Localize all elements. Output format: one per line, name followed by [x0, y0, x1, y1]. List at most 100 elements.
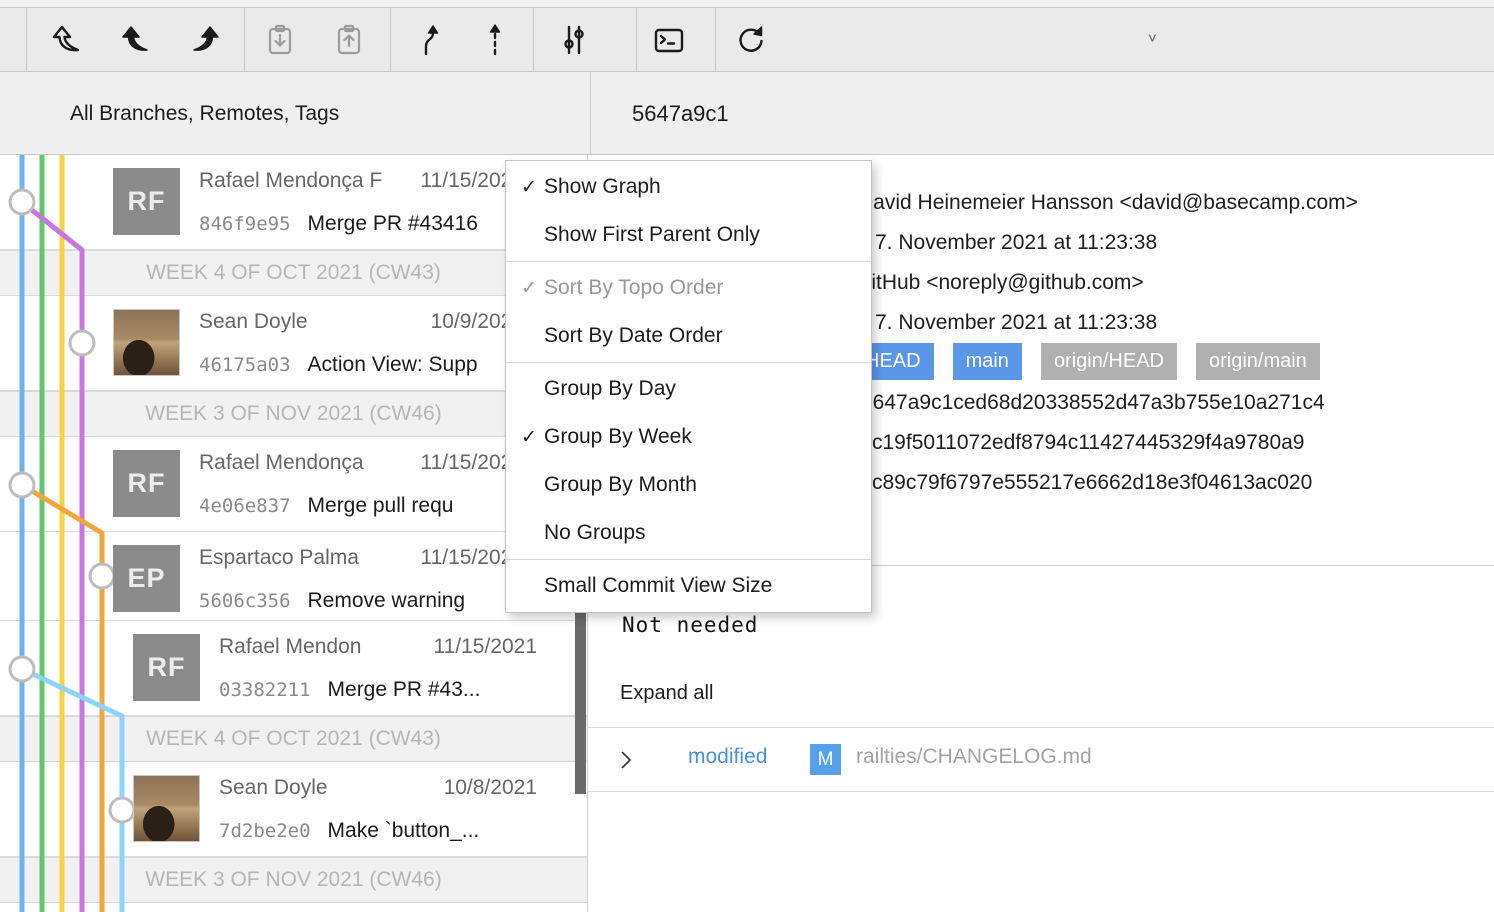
week-group-header: WEEK 4 OF OCT 2021 (CW43) — [0, 716, 587, 762]
commit-author-name: Rafael Mendonça F — [199, 169, 382, 193]
branch-bar: All Branches, Remotes, Tags ˅ 5647a9c1 — [0, 72, 1494, 155]
merge-icon[interactable] — [409, 18, 453, 62]
menu-separator — [506, 261, 871, 262]
menu-item-label: Group By Month — [544, 473, 697, 496]
avatar-initials: RF — [113, 450, 180, 517]
commit-row-line2: 03382211 Merge PR #43... — [219, 678, 480, 702]
arrow-undo-outline-icon[interactable] — [45, 18, 89, 62]
commit-message-summary: Merge PR #43416 — [308, 212, 478, 235]
file-row[interactable]: modified M railties/CHANGELOG.md — [588, 727, 1494, 792]
menu-item-label: Small Commit View Size — [544, 574, 772, 597]
commit-message-summary: Make `button_... — [328, 819, 480, 842]
commit-date: 11/15/2021 — [433, 635, 537, 659]
view-options-menu: ✓Show GraphShow First Parent Only✓Sort B… — [505, 160, 872, 613]
file-path: railties/CHANGELOG.md — [856, 745, 1092, 769]
menu-item-sort-by-topo-order[interactable]: ✓Sort By Topo Order — [506, 264, 871, 312]
stash-pop-icon[interactable] — [258, 18, 302, 62]
expand-all-link[interactable]: Expand all — [620, 682, 713, 705]
commit-list: RF Rafael Mendonça F 11/15/2021 846f9e95 Mer… — [0, 155, 587, 912]
main-toolbar: ˅ — [0, 8, 1494, 72]
tree-hash: c89c79f6797e555217e6662d18e3f04613ac020 — [872, 471, 1312, 495]
commit-message-summary: Action View: Supp — [308, 353, 478, 376]
commit-row[interactable]: RFRafael Mendon11/15/202103382211Merge P… — [0, 621, 587, 716]
commit-short-hash: 5606c356 — [199, 590, 291, 612]
chevron-down-icon: ˅ — [1148, 30, 1157, 47]
commit-short-hash: 03382211 — [219, 679, 311, 701]
checkmark-icon: ✓ — [517, 264, 541, 312]
commit-row-line2: 7d2be2e0 Make `button_... — [219, 819, 479, 843]
menu-item-label: Group By Week — [544, 425, 692, 448]
file-status: modified — [688, 745, 767, 769]
refs-row: HEADmainorigin/HEADorigin/main — [852, 343, 1320, 380]
menu-item-show-graph[interactable]: ✓Show Graph — [506, 163, 871, 211]
terminal-icon[interactable] — [647, 18, 691, 62]
menu-item-label: Show First Parent Only — [544, 223, 760, 246]
week-group-label: WEEK 3 OF NOV 2021 (CW46) — [145, 868, 441, 891]
commit-row[interactable]: Sean Doyle10/9/202146175a03Action View: … — [0, 296, 587, 391]
commit-date: 10/8/2021 — [444, 776, 537, 800]
menu-item-label: Group By Day — [544, 377, 676, 400]
menu-item-label: Sort By Topo Order — [544, 276, 723, 299]
refresh-icon[interactable] — [729, 18, 773, 62]
arrow-undo-icon[interactable] — [114, 18, 158, 62]
avatar-initials: EP — [113, 545, 180, 612]
panel-divider — [590, 72, 591, 154]
commit-author-name: Sean Doyle — [219, 776, 328, 800]
window-top-strip — [0, 0, 1494, 8]
ref-badge-origin-head: origin/HEAD — [1041, 343, 1177, 380]
menu-item-show-first-parent-only[interactable]: Show First Parent Only — [506, 211, 871, 259]
menu-item-group-by-day[interactable]: Group By Day — [506, 365, 871, 413]
branch-filter-label[interactable]: All Branches, Remotes, Tags — [70, 72, 339, 155]
menu-item-label: Sort By Date Order — [544, 324, 723, 347]
commit-row[interactable]: Sean Doyle 10/8/2021 7d2be2e0 Make `button_… — [0, 762, 587, 857]
ref-badge-main: main — [953, 343, 1022, 380]
commit-row-line2: 4e06e837 Merge pull requ — [199, 494, 453, 518]
filter-sliders-icon[interactable]: ˅ — [552, 18, 596, 62]
commit-row-line2: 46175a03 Action View: Supp — [199, 353, 478, 377]
commit-author-name: Sean Doyle — [199, 310, 308, 334]
menu-item-group-by-month[interactable]: Group By Month — [506, 461, 871, 509]
menu-item-sort-by-date-order[interactable]: Sort By Date Order — [506, 312, 871, 360]
commit-hash-full: 5647a9c1ced68d20338552d47a3b755e10a271c4 — [861, 391, 1325, 415]
menu-item-label: No Groups — [544, 521, 646, 544]
commit-message-summary: Merge pull requ — [308, 494, 454, 517]
commit-author-date: 7. November 2021 at 11:23:38 — [875, 231, 1157, 255]
week-group-label: WEEK 3 OF NOV 2021 (CW46) — [145, 402, 441, 425]
expand-chevron-icon[interactable] — [620, 750, 632, 775]
commit-short-hash: 46175a03 — [199, 354, 291, 376]
commit-short-hash: 7d2be2e0 — [219, 820, 311, 842]
week-group-header: WEEK 4 OF OCT 2021 (CW43) — [0, 250, 587, 296]
menu-separator — [506, 559, 871, 560]
parent-hash: c19f5011072edf8794c11427445329f4a9780a9 — [872, 431, 1304, 455]
checkmark-icon: ✓ — [517, 413, 541, 461]
stash-icon[interactable] — [327, 18, 371, 62]
commit-row-line2: 5606c356Remove warning — [199, 589, 465, 613]
menu-item-group-by-week[interactable]: ✓Group By Week — [506, 413, 871, 461]
rebase-icon[interactable] — [473, 18, 517, 62]
week-group-label: WEEK 4 OF OCT 2021 (CW43) — [146, 727, 441, 750]
commit-row[interactable]: RFRafael Mendonça11/15/20214e06e837Merge… — [0, 437, 587, 532]
toolbar-separator — [26, 8, 27, 71]
toolbar-separator — [533, 8, 534, 71]
commit-author: David Heinemeier Hansson <david@basecamp… — [858, 191, 1358, 215]
selected-commit-ref: 5647a9c1 — [632, 72, 729, 155]
arrow-redo-icon[interactable] — [183, 18, 227, 62]
commit-short-hash: 846f9e95 — [199, 213, 291, 235]
commit-commit-date: 7. November 2021 at 11:23:38 — [875, 311, 1157, 335]
commit-committer: GitHub <noreply@github.com> — [855, 271, 1144, 295]
commit-list-scrollbar[interactable] — [575, 600, 586, 794]
commit-row[interactable]: RFRafael Mendonça F11/15/2021846f9e95Mer… — [0, 155, 587, 250]
menu-item-small-commit-view-size[interactable]: Small Commit View Size — [506, 562, 871, 610]
commit-message-summary: Merge PR #43... — [328, 678, 481, 701]
commit-short-hash: 4e06e837 — [199, 495, 291, 517]
file-modified-badge: M — [810, 744, 841, 775]
toolbar-separator — [390, 8, 391, 71]
checkmark-icon: ✓ — [517, 163, 541, 211]
commit-author-name: Rafael Mendonça — [199, 451, 364, 475]
avatar-photo — [133, 775, 200, 842]
menu-item-no-groups[interactable]: No Groups — [506, 509, 871, 557]
commit-row[interactable]: EPEspartaco Palma11/15/20215606c356Remov… — [0, 532, 587, 621]
commit-row-line2: 846f9e95 Merge PR #43416 — [199, 212, 478, 236]
week-group-header: WEEK 3 OF NOV 2021 (CW46) — [0, 857, 587, 903]
toolbar-separator — [715, 8, 716, 71]
